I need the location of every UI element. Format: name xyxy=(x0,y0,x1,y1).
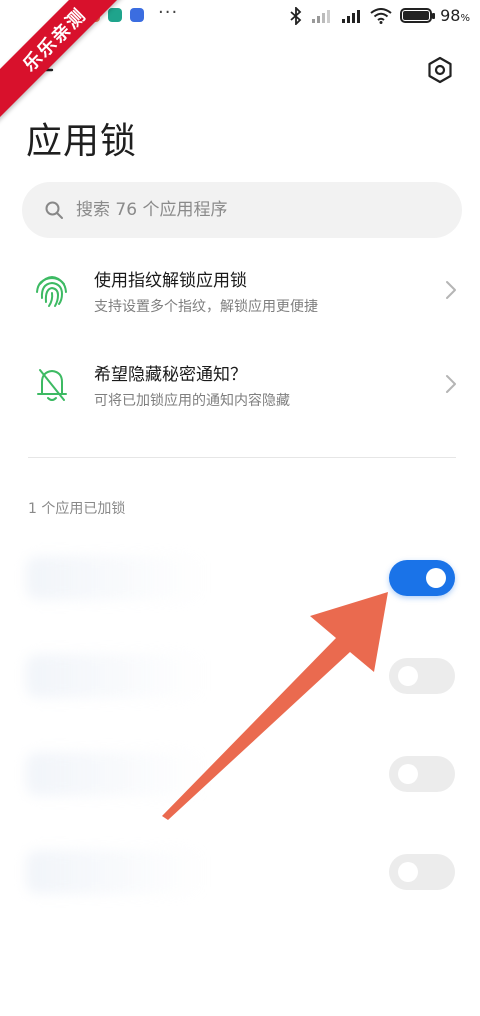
notification-app-icon xyxy=(130,8,144,22)
status-more-icon: ··· xyxy=(158,2,179,23)
battery-icon xyxy=(400,8,436,23)
section-divider xyxy=(28,457,456,458)
toggle-knob xyxy=(398,764,418,784)
toggle-knob xyxy=(426,568,446,588)
toggle-knob xyxy=(398,666,418,686)
blurred-app-info xyxy=(26,654,206,698)
toggle-knob xyxy=(398,862,418,882)
app-lock-screen: 乐乐亲测 ··· 98% 应用锁 搜索 76 个应用程序 使用指纹解锁应用锁 支… xyxy=(0,0,480,1016)
fingerprint-icon xyxy=(36,276,67,307)
app-row[interactable] xyxy=(0,538,480,618)
app-lock-toggle[interactable] xyxy=(389,560,455,596)
app-lock-toggle[interactable] xyxy=(389,854,455,890)
app-row[interactable] xyxy=(0,636,480,716)
status-indicators: 98% xyxy=(290,6,470,25)
blurred-app-info xyxy=(26,556,206,600)
settings-button[interactable] xyxy=(422,52,458,88)
feature-subtitle: 可将已加锁应用的通知内容隐藏 xyxy=(94,393,290,409)
feature-subtitle: 支持设置多个指纹，解锁应用更便捷 xyxy=(94,299,318,315)
blurred-app-info xyxy=(26,850,206,894)
hide-notification-row[interactable]: 希望隐藏秘密通知？ 可将已加锁应用的通知内容隐藏 xyxy=(0,346,480,426)
chevron-right-icon xyxy=(446,281,456,299)
app-row[interactable] xyxy=(0,832,480,912)
search-input[interactable] xyxy=(76,200,436,220)
blurred-app-info xyxy=(26,752,206,796)
bluetooth-icon xyxy=(290,6,302,25)
search-bar[interactable] xyxy=(22,182,462,238)
feature-title: 使用指纹解锁应用锁 xyxy=(94,271,247,291)
app-lock-toggle[interactable] xyxy=(389,658,455,694)
bell-off-icon xyxy=(37,369,67,401)
chevron-right-icon xyxy=(446,375,456,393)
search-icon xyxy=(45,201,63,219)
notification-app-icon xyxy=(108,8,122,22)
app-lock-toggle[interactable] xyxy=(389,756,455,792)
signal-weak-icon xyxy=(312,9,331,23)
signal-strong-icon xyxy=(342,9,361,23)
wifi-icon xyxy=(370,7,392,24)
fingerprint-unlock-row[interactable]: 使用指纹解锁应用锁 支持设置多个指纹，解锁应用更便捷 xyxy=(0,252,480,332)
page-title: 应用锁 xyxy=(26,121,138,162)
battery-fill xyxy=(403,11,430,20)
app-row[interactable] xyxy=(0,734,480,814)
feature-title: 希望隐藏秘密通知？ xyxy=(94,365,247,385)
locked-count-label: 1 个应用已加锁 xyxy=(28,501,126,517)
battery-percentage: 98% xyxy=(440,6,470,25)
settings-hexagon-icon xyxy=(428,56,452,84)
